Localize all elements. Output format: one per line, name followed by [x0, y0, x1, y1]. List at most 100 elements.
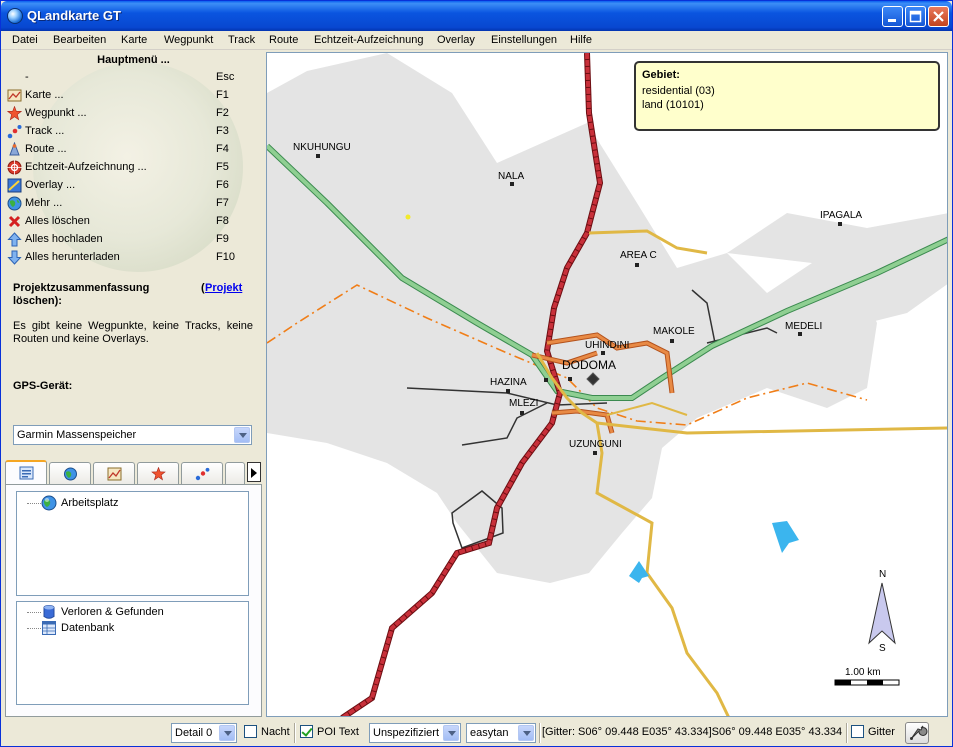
menu-item-label: Karte ...: [25, 89, 64, 101]
place-marker: [838, 222, 842, 226]
menu-item-alles-loeschen[interactable]: Alles löschen F8: [5, 213, 255, 231]
tab-maps[interactable]: [49, 462, 91, 484]
info-box-line: land (10101): [642, 99, 704, 111]
place-marker: [635, 263, 639, 267]
globe-icon: [7, 196, 22, 211]
place-marker: [670, 339, 674, 343]
place-marker: [568, 377, 572, 381]
gps-device-value: Garmin Massenspeicher: [17, 429, 137, 441]
title-bar[interactable]: QLandkarte GT: [1, 1, 952, 31]
menu-item-wegpunkt[interactable]: Wegpunkt ... F2: [5, 105, 255, 123]
map-view[interactable]: NKUHUNGU NALA IPAGALA AREA C MAKOLE MEDE…: [266, 52, 948, 717]
menu-wegpunkt[interactable]: Wegpunkt: [164, 34, 213, 46]
place-label-nala: NALA: [498, 171, 525, 182]
gps-device-select[interactable]: Garmin Massenspeicher: [13, 425, 252, 445]
database-icon: [43, 605, 55, 619]
grid-settings-button[interactable]: [905, 722, 929, 744]
tab-tracks[interactable]: [181, 462, 223, 484]
tab-scroll-right-button[interactable]: [247, 462, 261, 482]
menu-item-echtzeit[interactable]: Echtzeit-Aufzeichnung ... F5: [5, 159, 255, 177]
poi-marker: [405, 214, 411, 220]
water-body: [629, 561, 649, 583]
chevron-down-icon[interactable]: [219, 725, 235, 741]
projection-value: Unspezifiziert: [373, 727, 440, 739]
tree-item-label: Arbeitsplatz: [61, 497, 119, 509]
tree-connector: [27, 628, 41, 629]
tree-item-label: Datenbank: [61, 622, 115, 634]
night-checkbox[interactable]: [244, 725, 257, 738]
poi-text-checkbox[interactable]: [300, 725, 313, 738]
window-title: QLandkarte GT: [27, 8, 121, 23]
map-icon: [107, 467, 122, 481]
chevron-down-icon[interactable]: [518, 725, 534, 741]
menu-item-overlay[interactable]: Overlay ... F6: [5, 177, 255, 195]
menu-hilfe[interactable]: Hilfe: [570, 34, 592, 46]
menu-item-close[interactable]: - Esc: [5, 69, 255, 87]
tab-more[interactable]: [225, 462, 245, 484]
menu-item-mehr[interactable]: Mehr ... F7: [5, 195, 255, 213]
projection-select[interactable]: Unspezifiziert: [369, 723, 461, 743]
place-label-mlezi: MLEZI: [509, 398, 539, 409]
menu-item-karte[interactable]: Karte ... F1: [5, 87, 255, 105]
place-label-hazina: HAZINA: [490, 377, 527, 388]
menu-datei[interactable]: Datei: [12, 34, 38, 46]
menu-item-shortcut: F4: [216, 143, 229, 155]
tab-map-select[interactable]: [93, 462, 135, 484]
delete-icon: [8, 215, 21, 228]
menu-bearbeiten[interactable]: Bearbeiten: [53, 34, 106, 46]
menu-item-label: Alles herunterladen: [25, 251, 120, 263]
separator: [539, 723, 541, 743]
menu-item-alles-hochladen[interactable]: Alles hochladen F9: [5, 231, 255, 249]
tab-workspace[interactable]: [5, 460, 47, 484]
menu-item-label: Track ...: [25, 125, 65, 137]
compass-south-label: S: [879, 643, 886, 654]
menu-karte[interactable]: Karte: [121, 34, 147, 46]
grid-checkbox[interactable]: [851, 725, 864, 738]
tool-tabs: [5, 460, 264, 484]
menu-echtzeit-aufzeichnung[interactable]: Echtzeit-Aufzeichnung: [314, 34, 423, 46]
database-tree: Verloren & Gefunden Datenbank: [16, 601, 249, 705]
maximize-button[interactable]: [905, 6, 926, 27]
residential-area: [267, 53, 877, 583]
place-marker: [593, 451, 597, 455]
menu-item-alles-herunterladen[interactable]: Alles herunterladen F10: [5, 249, 255, 267]
detail-level-select[interactable]: Detail 0: [171, 723, 237, 743]
chevron-down-icon[interactable]: [443, 725, 459, 741]
workspace-panel: Arbeitsplatz Verloren & Gefunden Datenba…: [5, 484, 262, 717]
cursor-coordinates: [Gitter: S06° 09.448 E035° 43.334]S06° 0…: [542, 726, 843, 738]
menu-route[interactable]: Route: [269, 34, 298, 46]
menu-item-track[interactable]: Track ... F3: [5, 123, 255, 141]
star-icon: [7, 106, 22, 121]
place-label-medeli: MEDELI: [785, 321, 823, 332]
menu-item-shortcut: Esc: [216, 71, 235, 83]
workspace-tree: Arbeitsplatz: [16, 491, 249, 596]
menu-item-route[interactable]: Route ... F4: [5, 141, 255, 159]
tab-waypoints[interactable]: [137, 462, 179, 484]
place-label-uhindini: UHINDINI: [585, 340, 630, 351]
info-box-title: Gebiet:: [642, 69, 680, 81]
project-delete-link[interactable]: Projekt: [205, 282, 242, 294]
menu-einstellungen[interactable]: Einstellungen: [491, 34, 557, 46]
place-marker: [544, 378, 548, 382]
menu-item-label: Echtzeit-Aufzeichnung ...: [25, 161, 147, 173]
scale-bar-label: 1.00 km: [845, 667, 881, 678]
place-marker: [506, 389, 510, 393]
info-box-line: residential (03): [642, 85, 715, 97]
menu-item-shortcut: F8: [216, 215, 229, 227]
map-icon: [7, 89, 22, 102]
place-label-makole: MAKOLE: [653, 326, 695, 337]
night-label: Nacht: [261, 726, 290, 738]
download-icon: [7, 250, 22, 265]
upload-icon: [7, 232, 22, 247]
menu-overlay[interactable]: Overlay: [437, 34, 475, 46]
detail-level-value: Detail 0: [175, 727, 213, 739]
typ-file-select[interactable]: easytan: [466, 723, 536, 743]
menu-item-shortcut: F5: [216, 161, 229, 173]
place-label-uzunguni: UZUNGUNI: [569, 439, 622, 450]
place-label-nkuhungu: NKUHUNGU: [293, 142, 351, 153]
chevron-down-icon[interactable]: [234, 427, 250, 443]
menu-track[interactable]: Track: [228, 34, 255, 46]
table-icon: [42, 621, 56, 635]
minimize-button[interactable]: [882, 6, 903, 27]
close-button[interactable]: [928, 6, 949, 27]
